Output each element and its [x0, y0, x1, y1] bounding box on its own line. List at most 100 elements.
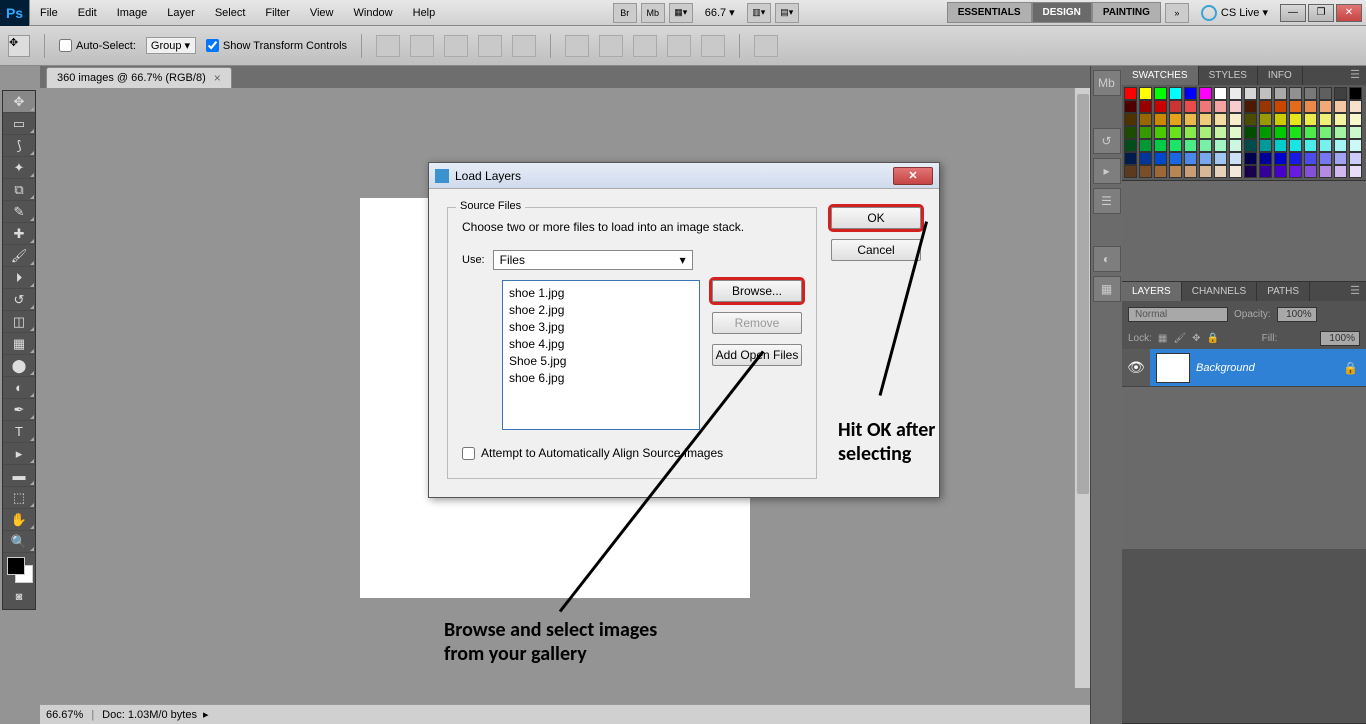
quickmask-button[interactable]: ◙	[3, 585, 35, 609]
visibility-icon[interactable]: 👁	[1122, 349, 1150, 386]
swatch[interactable]	[1124, 165, 1137, 178]
swatch[interactable]	[1124, 139, 1137, 152]
swatch[interactable]	[1199, 113, 1212, 126]
screen-mode-button[interactable]: ▦▾	[669, 3, 693, 23]
swatch[interactable]	[1289, 100, 1302, 113]
swatch[interactable]	[1304, 165, 1317, 178]
swatch[interactable]	[1274, 139, 1287, 152]
swatch[interactable]	[1259, 126, 1272, 139]
3d-tool[interactable]: ⬚	[3, 487, 35, 509]
panel-tab-layers[interactable]: LAYERS	[1122, 282, 1182, 301]
swatch[interactable]	[1199, 139, 1212, 152]
swatch[interactable]	[1304, 113, 1317, 126]
menu-filter[interactable]: Filter	[255, 0, 299, 26]
swatch[interactable]	[1139, 152, 1152, 165]
swatch[interactable]	[1334, 126, 1347, 139]
swatch[interactable]	[1214, 152, 1227, 165]
swatch[interactable]	[1319, 87, 1332, 100]
history-brush-tool[interactable]: ↺	[3, 289, 35, 311]
swatch[interactable]	[1274, 165, 1287, 178]
swatch[interactable]	[1229, 113, 1242, 126]
menu-window[interactable]: Window	[344, 0, 403, 26]
distribute-icon[interactable]	[701, 35, 725, 57]
swatch[interactable]	[1259, 152, 1272, 165]
swatch[interactable]	[1334, 113, 1347, 126]
menu-select[interactable]: Select	[205, 0, 256, 26]
document-tab[interactable]: 360 images @ 66.7% (RGB/8) ×	[46, 67, 232, 88]
swatch[interactable]	[1199, 126, 1212, 139]
swatch[interactable]	[1319, 126, 1332, 139]
distribute-icon[interactable]	[599, 35, 623, 57]
close-icon[interactable]: ×	[214, 71, 221, 85]
swatch[interactable]	[1289, 139, 1302, 152]
bridge-button[interactable]: Br	[613, 3, 637, 23]
swatch[interactable]	[1184, 113, 1197, 126]
swatch[interactable]	[1124, 113, 1137, 126]
dialog-titlebar[interactable]: Load Layers ✕	[429, 163, 939, 189]
swatch[interactable]	[1259, 87, 1272, 100]
distribute-icon[interactable]	[565, 35, 589, 57]
doc-info[interactable]: Doc: 1.03M/0 bytes	[102, 709, 197, 721]
marquee-tool[interactable]: ▭	[3, 113, 35, 135]
swatch[interactable]	[1334, 139, 1347, 152]
swatch[interactable]	[1319, 152, 1332, 165]
swatch[interactable]	[1169, 139, 1182, 152]
swatch[interactable]	[1139, 165, 1152, 178]
swatch[interactable]	[1199, 87, 1212, 100]
swatch[interactable]	[1259, 165, 1272, 178]
arrange-button[interactable]: ▥▾	[747, 3, 771, 23]
workspace-more-button[interactable]: »	[1165, 3, 1189, 23]
list-item[interactable]: shoe 6.jpg	[509, 370, 693, 387]
swatch[interactable]	[1304, 87, 1317, 100]
list-item[interactable]: Shoe 5.jpg	[509, 353, 693, 370]
swatch[interactable]	[1184, 152, 1197, 165]
properties-icon[interactable]: ☰	[1093, 188, 1121, 214]
lock-brush-icon[interactable]: 🖌	[1173, 333, 1186, 344]
swatch[interactable]	[1139, 113, 1152, 126]
window-close-button[interactable]: ✕	[1336, 4, 1362, 22]
swatch[interactable]	[1349, 87, 1362, 100]
color-swatches[interactable]	[3, 553, 35, 585]
move-tool-preset[interactable]: ✥	[8, 35, 30, 57]
swatch[interactable]	[1334, 152, 1347, 165]
type-tool[interactable]: T	[3, 421, 35, 443]
vertical-scrollbar[interactable]	[1074, 88, 1090, 688]
swatch[interactable]	[1274, 126, 1287, 139]
panel-tab-info[interactable]: INFO	[1258, 66, 1303, 85]
swatch[interactable]	[1124, 100, 1137, 113]
swatch[interactable]	[1154, 126, 1167, 139]
cancel-button[interactable]: Cancel	[831, 239, 921, 261]
menu-layer[interactable]: Layer	[157, 0, 205, 26]
swatch[interactable]	[1169, 100, 1182, 113]
swatch[interactable]	[1154, 139, 1167, 152]
dodge-tool[interactable]: ◐	[3, 377, 35, 399]
align-icon[interactable]	[410, 35, 434, 57]
window-maximize-button[interactable]: ❐	[1308, 4, 1334, 22]
swatch[interactable]	[1154, 165, 1167, 178]
lock-all-icon[interactable]: 🔒	[1206, 333, 1218, 344]
menu-image[interactable]: Image	[107, 0, 158, 26]
swatches-grid[interactable]	[1122, 85, 1366, 180]
swatch[interactable]	[1349, 152, 1362, 165]
swatch[interactable]	[1349, 100, 1362, 113]
zoom-readout[interactable]: 66.67%	[46, 709, 83, 721]
swatch[interactable]	[1274, 87, 1287, 100]
swatch[interactable]	[1319, 139, 1332, 152]
layer-row[interactable]: 👁 Background 🔒	[1122, 349, 1366, 387]
align-icon[interactable]	[512, 35, 536, 57]
zoom-tool[interactable]: 🔍	[3, 531, 35, 553]
blur-tool[interactable]: ⬤	[3, 355, 35, 377]
swatch[interactable]	[1334, 100, 1347, 113]
swatch[interactable]	[1319, 113, 1332, 126]
swatch[interactable]	[1139, 139, 1152, 152]
swatch[interactable]	[1274, 100, 1287, 113]
swatch[interactable]	[1319, 165, 1332, 178]
swatch[interactable]	[1124, 87, 1137, 100]
swatch[interactable]	[1169, 87, 1182, 100]
auto-select-checkbox[interactable]: Auto-Select:	[59, 39, 136, 52]
list-item[interactable]: shoe 4.jpg	[509, 336, 693, 353]
workspace-tab-design[interactable]: DESIGN	[1032, 2, 1092, 23]
swatch[interactable]	[1199, 165, 1212, 178]
swatch[interactable]	[1169, 113, 1182, 126]
swatch[interactable]	[1259, 139, 1272, 152]
